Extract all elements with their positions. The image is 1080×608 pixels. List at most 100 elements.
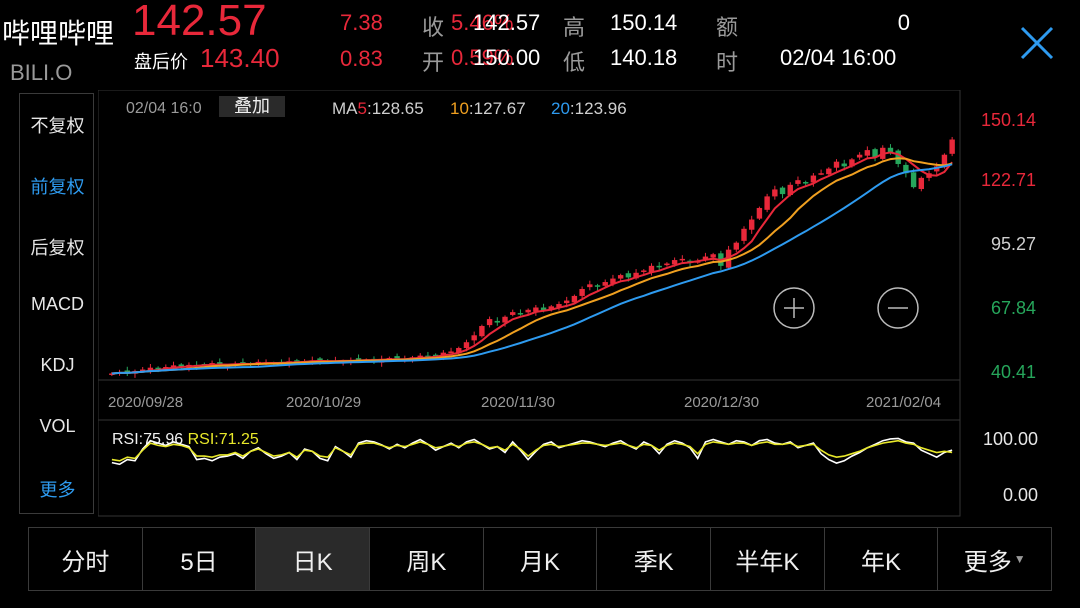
date-tick-label: 2021/02/04 — [866, 394, 941, 411]
price-tick-label: 67.84 — [991, 298, 1036, 318]
candle-body — [864, 150, 871, 156]
tab-monthly-k[interactable]: 月K — [484, 528, 598, 590]
menu-item-macd[interactable]: MACD — [20, 294, 95, 315]
date-axis: 2020/09/28 2020/10/29 2020/11/30 2020/12/30… — [108, 394, 941, 411]
candle-body — [772, 189, 778, 197]
date-tick-label: 2020/12/30 — [684, 394, 759, 411]
candle-body — [841, 163, 847, 167]
zoom-out-button[interactable] — [877, 287, 919, 329]
tab-half-year-k-label: 半年K — [735, 548, 800, 576]
candle-body — [594, 285, 601, 287]
date-tick-label: 2020/09/28 — [108, 394, 183, 411]
menu-item-vol[interactable]: VOL — [20, 416, 95, 437]
candle-body — [656, 265, 662, 268]
candle-body — [802, 182, 809, 184]
price-tick-label: 122.71 — [981, 170, 1036, 190]
overlay-button[interactable]: 叠加 — [234, 96, 270, 116]
candle-body — [517, 313, 524, 315]
menu-item-kdj[interactable]: KDJ — [20, 355, 95, 376]
tab-intraday[interactable]: 分时 — [29, 528, 143, 590]
candles — [109, 136, 955, 378]
ma20-value: 123.96 — [575, 99, 627, 118]
candle-body — [756, 207, 763, 219]
tab-quarterly-k-label: 季K — [633, 548, 674, 576]
candle-body — [471, 335, 477, 341]
rsi1-label: RSI: — [112, 431, 143, 448]
tab-quarterly-k[interactable]: 季K — [597, 528, 712, 590]
ma10-label: 10 — [450, 99, 469, 118]
chart-frame — [98, 90, 961, 517]
candle-body — [826, 168, 832, 175]
candle-body — [579, 288, 585, 296]
menu-item-more[interactable]: 更多 — [20, 476, 95, 502]
zoom-in-button[interactable] — [773, 287, 815, 329]
candle-body — [856, 154, 863, 158]
rsi-axis: 100.00 0.00 — [983, 429, 1038, 505]
date-tick-label: 2020/11/30 — [481, 394, 555, 411]
rsi-tick-label: 100.00 — [983, 429, 1038, 449]
ma5-value: 128.65 — [372, 99, 424, 118]
menu-item-no-adjust[interactable]: 不复权 — [20, 112, 95, 138]
high-label: 高 — [563, 15, 586, 40]
candle-body — [918, 177, 925, 189]
candle-body — [617, 275, 624, 279]
tab-yearly-k[interactable]: 年K — [825, 528, 939, 590]
time-label: 时 — [716, 50, 739, 75]
tab-daily-k-label: 日K — [292, 548, 333, 576]
chevron-down-icon: ▼ — [1013, 552, 1026, 566]
ma-lines — [111, 151, 953, 375]
candle-body — [510, 312, 516, 315]
tab-half-year-k[interactable]: 半年K — [711, 528, 825, 590]
candle-body — [587, 284, 593, 288]
amount-label: 额 — [716, 15, 739, 40]
ma20-label: 20 — [551, 99, 570, 118]
candle-body — [525, 309, 531, 313]
candle-body — [602, 282, 608, 286]
low-value: 140.18 — [610, 45, 678, 70]
ma10-value: 127.67 — [474, 99, 526, 118]
ma5-label-num: 5 — [358, 99, 367, 118]
rsi2-label: RSI: — [188, 431, 219, 448]
ma10-line — [111, 157, 953, 375]
tab-weekly-k[interactable]: 周K — [370, 528, 484, 590]
tab-weekly-k-label: 周K — [406, 548, 447, 576]
ma20-line — [111, 163, 953, 375]
tab-daily-k[interactable]: 日K — [256, 528, 371, 590]
candle-body — [764, 196, 770, 210]
candle-body — [563, 300, 570, 304]
price-change: 7.38 — [340, 10, 383, 35]
after-hours-label: 盘后价 — [134, 52, 188, 72]
kline-chart[interactable]: 02/04 16:0 叠加 MA5:128.65 10:127.67 20:12… — [98, 90, 1080, 520]
open-value: 150.00 — [473, 45, 541, 70]
candle-body — [741, 228, 747, 241]
candle-body — [779, 187, 786, 195]
date-tick-label: 2020/10/29 — [286, 394, 361, 411]
candle-body — [641, 270, 647, 272]
after-hours-price: 143.40 — [200, 43, 280, 73]
candle-body — [479, 326, 485, 337]
candle-body — [710, 254, 716, 258]
kline-chart-svg: 02/04 16:0 叠加 MA5:128.65 10:127.67 20:12… — [98, 90, 1038, 517]
svg-text:20:123.96: 20:123.96 — [551, 99, 627, 118]
period-tabbar: 分时 5日 日K 周K 月K 季K 半年K 年K 更多 ▼ — [28, 527, 1052, 591]
tab-more[interactable]: 更多 ▼ — [938, 528, 1051, 590]
candle-body — [625, 273, 632, 278]
left-menu: 不复权 前复权 后复权 MACD KDJ VOL 更多 — [19, 93, 94, 514]
high-value: 150.14 — [610, 10, 678, 35]
tab-5day[interactable]: 5日 — [143, 528, 257, 590]
svg-text:MA5:128.65: MA5:128.65 — [332, 99, 424, 118]
menu-item-forward-adjust[interactable]: 前复权 — [20, 173, 95, 199]
candle-body — [486, 319, 493, 326]
candle-body — [664, 263, 670, 266]
svg-text:10:127.67: 10:127.67 — [450, 99, 526, 118]
ma5-line — [111, 151, 953, 375]
candle-body — [463, 342, 470, 349]
close-icon[interactable] — [1018, 24, 1056, 62]
candle-body — [448, 351, 454, 353]
tab-more-label: 更多 — [963, 548, 1012, 576]
candle-body — [910, 172, 917, 188]
menu-item-backward-adjust[interactable]: 后复权 — [20, 234, 95, 260]
chart-date: 02/04 16:0 — [126, 100, 202, 117]
rsi2-value: 71.25 — [219, 431, 259, 448]
last-price: 142.57 — [132, 0, 267, 45]
